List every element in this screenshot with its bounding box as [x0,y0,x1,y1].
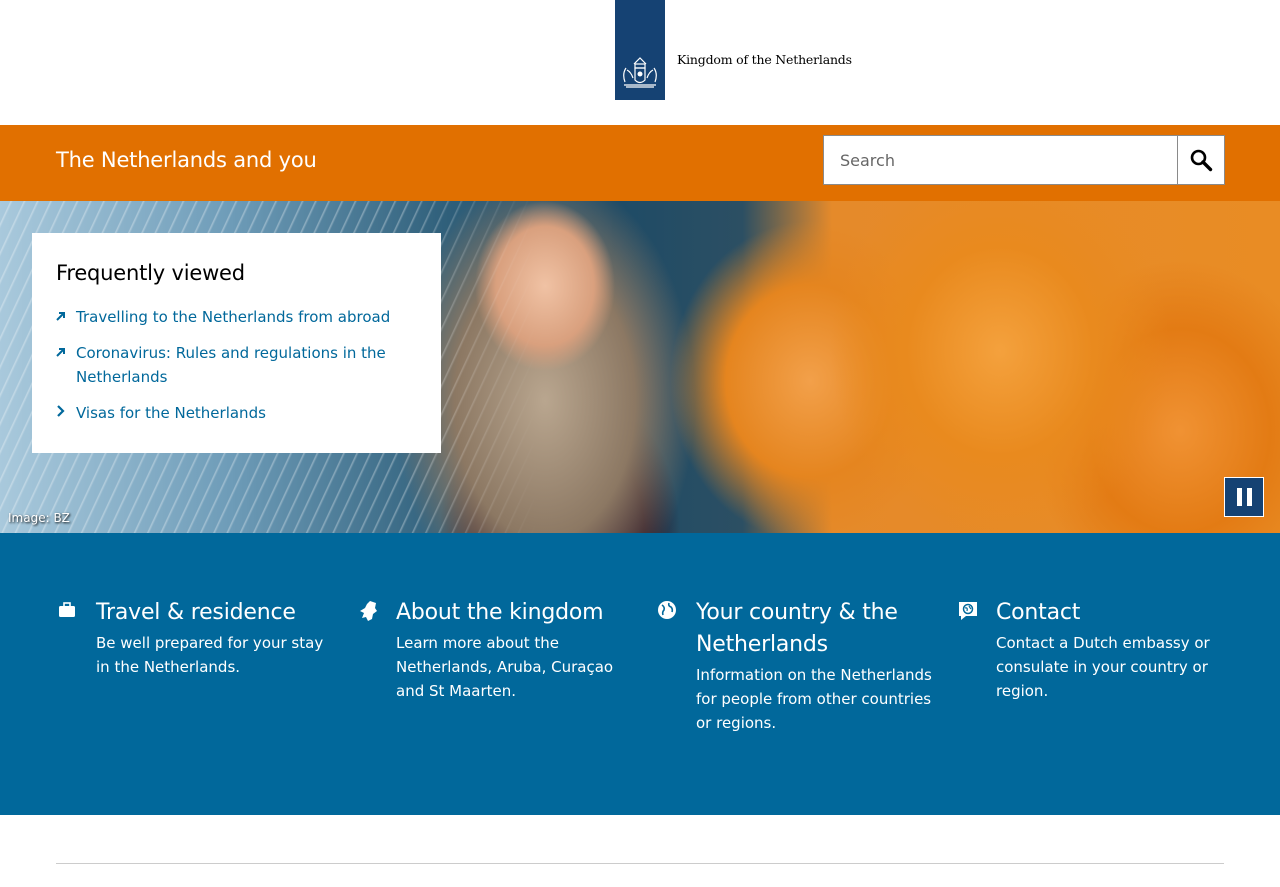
globe-icon [656,599,680,623]
frequently-viewed-link[interactable]: Travelling to the Netherlands from abroa… [56,305,417,329]
topic-title[interactable]: Your country & the Netherlands [696,597,936,661]
search-input[interactable] [824,136,1177,184]
topic-description: Be well prepared for your stay in the Ne… [96,634,324,676]
frequently-viewed-link-label: Visas for the Netherlands [76,404,266,422]
frequently-viewed-title: Frequently viewed [56,261,245,285]
frequently-viewed-panel: Frequently viewed Travelling to the Neth… [32,233,441,453]
topic-title[interactable]: Contact [996,597,1236,629]
government-logo[interactable] [615,0,665,100]
external-arrow-icon [56,341,66,365]
topic-travel-residence[interactable]: Travel & residence Be well prepared for … [59,597,336,679]
frequently-viewed-link[interactable]: Visas for the Netherlands [56,401,417,425]
footer-divider [56,863,1224,864]
pause-button[interactable] [1224,477,1264,517]
external-arrow-icon [56,305,66,329]
chevron-right-icon [56,401,66,425]
header: Kingdom of the Netherlands [0,0,1280,125]
frequently-viewed-link-label: Coronavirus: Rules and regulations in th… [76,344,386,386]
topic-description: Information on the Netherlands for peopl… [696,666,932,732]
site-title[interactable]: The Netherlands and you [56,148,317,172]
topic-description: Contact a Dutch embassy or consulate in … [996,634,1210,700]
topic-title[interactable]: About the kingdom [396,597,636,629]
logo-text: Kingdom of the Netherlands [677,52,852,67]
frequently-viewed-link-label: Travelling to the Netherlands from abroa… [76,308,391,326]
topic-description: Learn more about the Netherlands, Aruba,… [396,634,614,700]
netherlands-map-icon [356,599,380,623]
topic-title[interactable]: Travel & residence [96,597,336,629]
frequently-viewed-link[interactable]: Coronavirus: Rules and regulations in th… [56,341,417,389]
topic-your-country[interactable]: Your country & the Netherlands Informati… [658,597,936,735]
topic-about-kingdom[interactable]: About the kingdom Learn more about the N… [360,597,636,703]
briefcase-icon [56,599,80,623]
search-button[interactable] [1177,136,1224,184]
topic-contact[interactable]: Contact Contact a Dutch embassy or consu… [959,597,1236,703]
search-icon [1190,149,1213,172]
coat-of-arms-icon [623,57,657,88]
frequently-viewed-list: Travelling to the Netherlands from abroa… [56,305,417,425]
pause-icon-bar [1246,488,1252,506]
speech-globe-icon [956,599,980,623]
topics-section: Travel & residence Be well prepared for … [0,533,1280,815]
pause-icon [1236,488,1242,506]
search-form [823,135,1225,185]
image-credit: Image: BZ [8,511,70,525]
